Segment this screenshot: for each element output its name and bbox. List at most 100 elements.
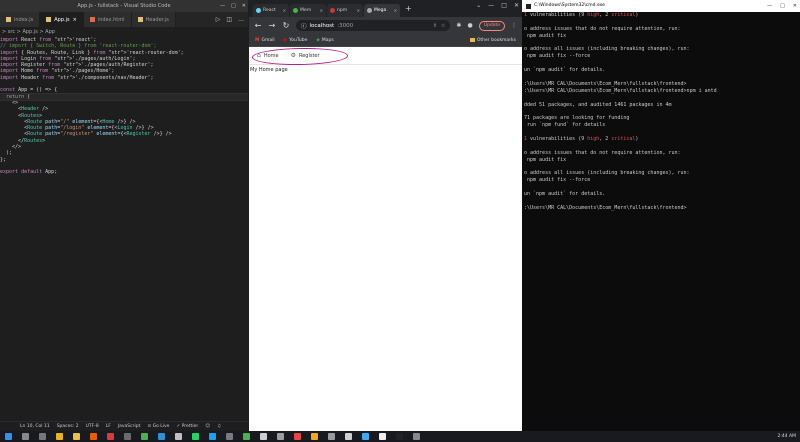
close-icon[interactable]: ✕ [320,8,323,13]
browser-tab[interactable]: Mern ✕ [290,4,326,17]
tab-label: index.js [14,16,34,23]
clock[interactable]: 2:44 AM [778,434,797,439]
app-icon[interactable] [277,433,284,440]
file-explorer-icon[interactable] [73,433,80,440]
menu-kebab-icon[interactable]: ⋮ [511,22,517,29]
run-icon[interactable]: ▷ [216,16,221,23]
app-icon[interactable] [396,433,403,440]
language-mode[interactable]: JavaScript [118,424,141,429]
browser-tab[interactable]: npm ✕ [327,4,363,17]
vscode-icon[interactable] [158,433,165,440]
maximize-icon[interactable]: □ [501,2,507,9]
notifications-icon[interactable]: ♫ [217,424,221,429]
app-icon[interactable] [345,433,352,440]
app-icon[interactable] [209,433,216,440]
bookmark-youtube[interactable]: ▶ YouTube [284,38,308,43]
bookmark-star-icon[interactable]: ☆ [441,23,445,29]
app-icon[interactable] [328,433,335,440]
terminal-output[interactable]: 1 vulnerabilities (9 high, 2 critical) o… [522,12,800,212]
cursor-position[interactable]: Ln 10, Col 11 [20,424,50,429]
share-icon[interactable]: ⇪ [433,23,437,29]
address-bar[interactable]: ⓘ localhost:3000 ⇪ ☆ [296,20,451,31]
firefox-icon[interactable] [90,433,97,440]
browser-tab-active[interactable]: Mega ✕ [364,4,400,17]
windows-start-icon[interactable] [5,433,12,440]
feedback-icon[interactable]: ☺ [205,424,210,429]
nav-item-register[interactable]: ⚙ Register [291,52,320,59]
app-icon[interactable] [226,433,233,440]
settings-icon: ⚙ [290,52,296,59]
back-icon[interactable]: ← [254,21,262,30]
terminal-line: npm audit fix --force [524,53,591,60]
gmail-icon: M [255,37,260,43]
maximize-icon[interactable]: □ [780,0,785,12]
app-icon[interactable] [311,433,318,440]
tab-index-html[interactable]: index.html [83,12,132,27]
go-live-button[interactable]: ⊙ Go Live [147,424,169,429]
search-icon[interactable] [22,433,29,440]
close-icon[interactable]: ✕ [514,2,519,9]
prettier-status[interactable]: ✓ Prettier [176,424,198,429]
profile-icon[interactable]: ● [467,22,472,29]
folder-icon [469,38,475,42]
app-icon[interactable] [260,433,267,440]
app-icon[interactable] [294,433,301,440]
tab-search-icon[interactable]: ⌄ [476,2,481,9]
indentation[interactable]: Spaces: 2 [57,424,79,429]
chrome-icon[interactable] [56,433,63,440]
terminal-line: o address issues that do not require att… [524,25,681,32]
forward-icon[interactable]: → [268,21,276,30]
tab-header-js[interactable]: Header.js [131,12,176,27]
site-info-icon[interactable]: ⓘ [301,22,307,30]
tab-app-js[interactable]: App.js × [40,12,84,27]
app-icon[interactable] [175,433,182,440]
encoding[interactable]: UTF-8 [86,424,99,429]
nav-item-home[interactable]: ⌂ Home [257,52,279,59]
split-editor-icon[interactable]: ◫ [226,16,232,23]
app-icon[interactable] [362,433,369,440]
page-content-text: My Home page [250,67,288,73]
app-icon[interactable] [379,433,386,440]
chrome-icon[interactable] [141,433,148,440]
close-icon[interactable]: ✕ [793,0,797,12]
terminal-line: :\Users\MR CAL\Documents\Ecom_Mern\fulls… [524,87,717,94]
task-view-icon[interactable] [39,433,46,440]
app-icon[interactable] [243,433,250,440]
other-bookmarks[interactable]: Other bookmarks [469,38,516,43]
app-icon[interactable] [107,433,114,440]
end-of-line[interactable]: LF [106,424,111,429]
minimize-icon[interactable]: — [767,0,772,12]
maximize-icon[interactable]: □ [231,0,236,12]
browser-tab[interactable]: React ✕ [253,4,289,17]
code-editor[interactable]: import React from "str">'react';// impor… [0,37,248,176]
bookmark-gmail[interactable]: M Gmail [255,38,275,43]
minimize-icon[interactable]: — [220,0,225,12]
tab-close-icon[interactable]: × [73,17,77,23]
editor-tabs: index.js App.js × index.html Header.js ▷… [0,12,248,27]
tab-index-js[interactable]: index.js [0,12,41,27]
close-icon[interactable]: ✕ [242,0,246,12]
broadcast-icon: ⊙ [147,424,152,429]
close-icon[interactable]: ✕ [394,8,397,13]
breadcrumb[interactable]: > src > App.js > App [0,27,248,37]
site-nav-menu: ⌂ Home ⚙ Register [249,47,522,66]
terminal-line: 1 vulnerabilities (9 high, 2 critical) [524,12,639,18]
app-icon[interactable] [124,433,131,440]
terminal-line: npm audit fix [524,156,567,163]
app-icon[interactable] [192,433,199,440]
new-tab-icon[interactable]: + [401,4,416,13]
tab-label: index.html [97,16,125,23]
close-icon[interactable]: ✕ [357,8,360,13]
app-icon[interactable] [413,433,420,440]
update-button[interactable]: Update [478,20,505,31]
reload-icon[interactable]: ↻ [282,21,290,30]
bookmark-maps[interactable]: ◆ Maps [316,38,333,43]
extensions-icon[interactable]: ✱ [456,22,461,29]
more-actions-icon[interactable]: … [238,16,244,23]
close-icon[interactable]: ✕ [283,8,286,13]
minimize-icon[interactable]: — [488,2,494,9]
